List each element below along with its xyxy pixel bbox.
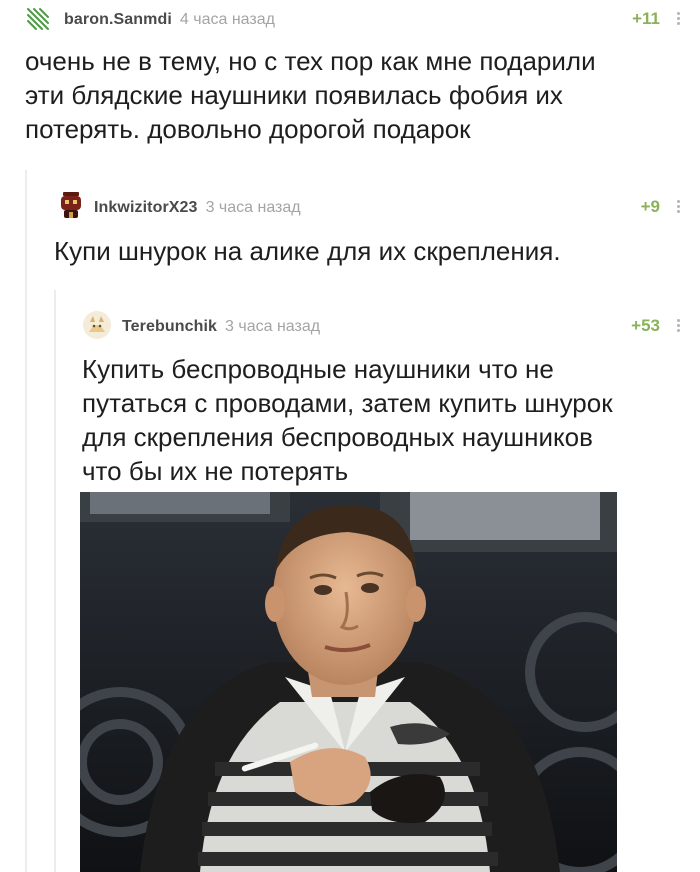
comment-author[interactable]: InkwizitorX23 <box>94 199 198 217</box>
comment-author[interactable]: Terebunchik <box>122 318 217 336</box>
comment-text: Купи шнурок на алике для их скрепления. <box>54 236 561 266</box>
thread-line-level-1 <box>25 170 27 872</box>
comment-time[interactable]: 3 часа назад <box>206 199 301 217</box>
comment-image[interactable] <box>80 492 617 872</box>
comment-text: Купить беспроводные наушники что не пута… <box>82 354 613 486</box>
more-options-icon[interactable] <box>675 10 681 30</box>
comment-text: очень не в тему, но с тех пор как мне по… <box>25 46 596 144</box>
thread-line-level-2 <box>54 290 56 872</box>
inquisitor-helmet-icon[interactable] <box>58 191 88 221</box>
comment-rating[interactable]: +53 <box>631 316 660 336</box>
comment-author[interactable]: baron.Sanmdi <box>64 11 172 29</box>
comment-time[interactable]: 3 часа назад <box>225 318 320 336</box>
comment-rating[interactable]: +11 <box>632 9 660 29</box>
leaf-stripes-icon[interactable] <box>24 5 54 35</box>
cat-icon[interactable] <box>82 310 112 340</box>
comment-rating[interactable]: +9 <box>641 197 660 217</box>
more-options-icon[interactable] <box>675 317 681 337</box>
more-options-icon[interactable] <box>675 198 681 218</box>
comment-time[interactable]: 4 часа назад <box>180 11 275 29</box>
